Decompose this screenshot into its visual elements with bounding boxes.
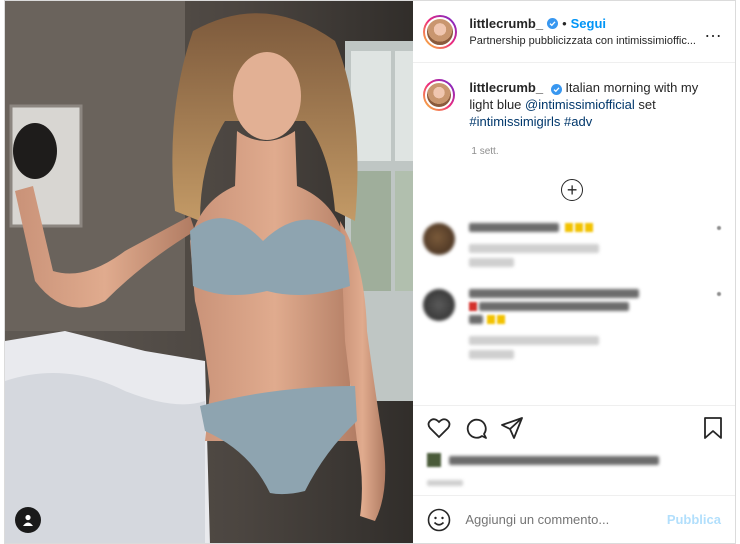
instagram-post: littlecrumb_ • Segui Partnership pubblic… bbox=[4, 0, 736, 544]
comment-like-icon[interactable] bbox=[717, 291, 721, 296]
verified-badge-icon bbox=[550, 84, 562, 95]
post-photo[interactable] bbox=[5, 1, 414, 543]
comment-like-icon[interactable] bbox=[717, 225, 721, 230]
separator: • bbox=[562, 16, 567, 31]
author-avatar[interactable] bbox=[423, 14, 458, 49]
caption-mention[interactable]: @intimissimiofficial bbox=[525, 97, 635, 112]
caption-timestamp[interactable]: 1 sett. bbox=[471, 146, 721, 157]
follow-button[interactable]: Segui bbox=[571, 16, 606, 31]
heart-icon[interactable] bbox=[427, 417, 451, 439]
verified-badge-icon bbox=[547, 18, 559, 29]
author-username[interactable]: littlecrumb_ bbox=[469, 16, 543, 31]
caption-text: littlecrumb_ Italian morning with my lig… bbox=[469, 79, 721, 130]
publish-button[interactable]: Pubblica bbox=[667, 512, 721, 527]
paid-partnership-label[interactable]: Partnership pubblicizzata con intimissim… bbox=[469, 35, 696, 47]
load-more-comments-button[interactable]: + bbox=[561, 179, 584, 201]
post-side-panel: littlecrumb_ • Segui Partnership pubblic… bbox=[413, 1, 735, 543]
caption-username[interactable]: littlecrumb_ bbox=[469, 80, 543, 95]
post-header: littlecrumb_ • Segui Partnership pubblic… bbox=[413, 1, 735, 63]
user-tag-button[interactable] bbox=[15, 507, 41, 533]
caption-hashtag[interactable]: #adv bbox=[564, 114, 592, 129]
comment-item bbox=[423, 223, 721, 267]
caption-avatar[interactable] bbox=[423, 79, 456, 111]
add-comment-bar: Pubblica bbox=[413, 495, 735, 543]
post-date[interactable] bbox=[413, 471, 735, 495]
comment-avatar[interactable] bbox=[423, 289, 456, 321]
more-options-icon[interactable]: … bbox=[704, 21, 723, 42]
caption-text-part2: set bbox=[634, 97, 656, 112]
bookmark-icon[interactable] bbox=[703, 416, 723, 439]
caption: littlecrumb_ Italian morning with my lig… bbox=[423, 79, 721, 130]
caption-hashtag[interactable]: #intimissimigirls bbox=[469, 114, 560, 129]
likes-summary[interactable] bbox=[413, 449, 735, 471]
comment-icon[interactable] bbox=[465, 417, 488, 439]
post-photo-image bbox=[5, 1, 414, 543]
comments-section: littlecrumb_ Italian morning with my lig… bbox=[413, 63, 735, 405]
comment-avatar[interactable] bbox=[423, 223, 456, 255]
share-icon[interactable] bbox=[501, 416, 524, 439]
emoji-icon[interactable] bbox=[427, 508, 451, 532]
user-icon bbox=[23, 514, 33, 526]
comment-input[interactable] bbox=[465, 512, 667, 527]
plus-circle-icon: + bbox=[566, 180, 578, 200]
post-actions-bar bbox=[413, 405, 735, 449]
comment-item bbox=[423, 289, 721, 359]
